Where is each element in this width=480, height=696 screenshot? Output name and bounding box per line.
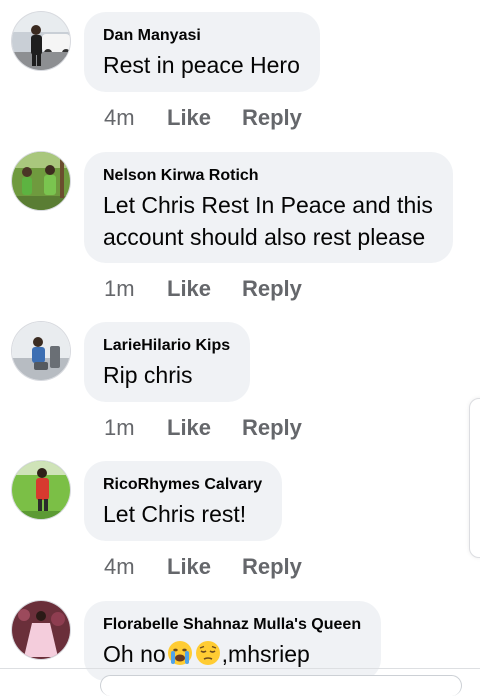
comment-actions: 4m Like Reply: [104, 553, 302, 581]
avatar-photo-icon: [12, 461, 70, 519]
comment-text: Oh no ,mhsriep: [103, 638, 361, 670]
avatar-photo-icon: [12, 322, 70, 380]
comment-bubble: RicoRhymes Calvary Let Chris rest!: [84, 461, 283, 541]
comment-author[interactable]: Nelson Kirwa Rotich: [103, 166, 433, 186]
avatar-photo-icon: [12, 152, 70, 210]
comment-author[interactable]: LarieHilario Kips: [103, 336, 230, 356]
comment-bubble: Florabelle Shahnaz Mulla's Queen Oh no ,…: [84, 601, 382, 681]
reply-button[interactable]: Reply: [242, 104, 302, 132]
side-panel-edge[interactable]: [469, 398, 480, 558]
avatar[interactable]: [12, 601, 70, 659]
like-button[interactable]: Like: [167, 553, 242, 581]
reply-button[interactable]: Reply: [242, 414, 302, 442]
comment-timestamp[interactable]: 1m: [104, 275, 167, 303]
divider: [0, 668, 480, 669]
avatar[interactable]: [12, 322, 70, 380]
pensive-face-emoji-icon: [195, 641, 220, 665]
comment-text-line: Let Chris Rest In Peace and this: [103, 192, 433, 218]
comment-text: Let Chris rest!: [103, 501, 247, 527]
avatar-photo-icon: [12, 601, 70, 659]
comment-bubble: Nelson Kirwa Rotich Let Chris Rest In Pe…: [84, 152, 453, 263]
avatar[interactable]: [12, 152, 70, 210]
loudly-crying-face-emoji-icon: [167, 641, 192, 665]
comment-text: Rest in peace Hero: [103, 52, 300, 78]
comment-input-edge[interactable]: [100, 675, 462, 696]
comment-author[interactable]: Dan Manyasi: [103, 26, 300, 46]
comment-actions: 4m Like Reply: [104, 104, 302, 132]
like-button[interactable]: Like: [167, 104, 242, 132]
like-button[interactable]: Like: [167, 275, 242, 303]
avatar[interactable]: [12, 12, 70, 70]
comment-author[interactable]: RicoRhymes Calvary: [103, 475, 262, 495]
comment-author[interactable]: Florabelle Shahnaz Mulla's Queen: [103, 615, 361, 635]
comment-text-suffix: ,mhsriep: [221, 641, 310, 667]
comment-bubble: LarieHilario Kips Rip chris: [84, 322, 251, 402]
comment-text: Rip chris: [103, 362, 193, 388]
comment-timestamp[interactable]: 1m: [104, 414, 167, 442]
comment-timestamp[interactable]: 4m: [104, 553, 167, 581]
avatar[interactable]: [12, 461, 70, 519]
comment-timestamp[interactable]: 4m: [104, 104, 167, 132]
comment-actions: 1m Like Reply: [104, 414, 302, 442]
reply-button[interactable]: Reply: [242, 553, 302, 581]
comment-actions: 1m Like Reply: [104, 275, 302, 303]
reply-button[interactable]: Reply: [242, 275, 302, 303]
comment-text-line: account should also rest please: [103, 224, 426, 250]
avatar-photo-icon: [12, 12, 70, 70]
like-button[interactable]: Like: [167, 414, 242, 442]
comment-bubble: Dan Manyasi Rest in peace Hero: [84, 12, 320, 92]
comment-text-prefix: Oh no: [103, 641, 166, 667]
comment-text: Let Chris Rest In Peace and this account…: [103, 189, 433, 253]
